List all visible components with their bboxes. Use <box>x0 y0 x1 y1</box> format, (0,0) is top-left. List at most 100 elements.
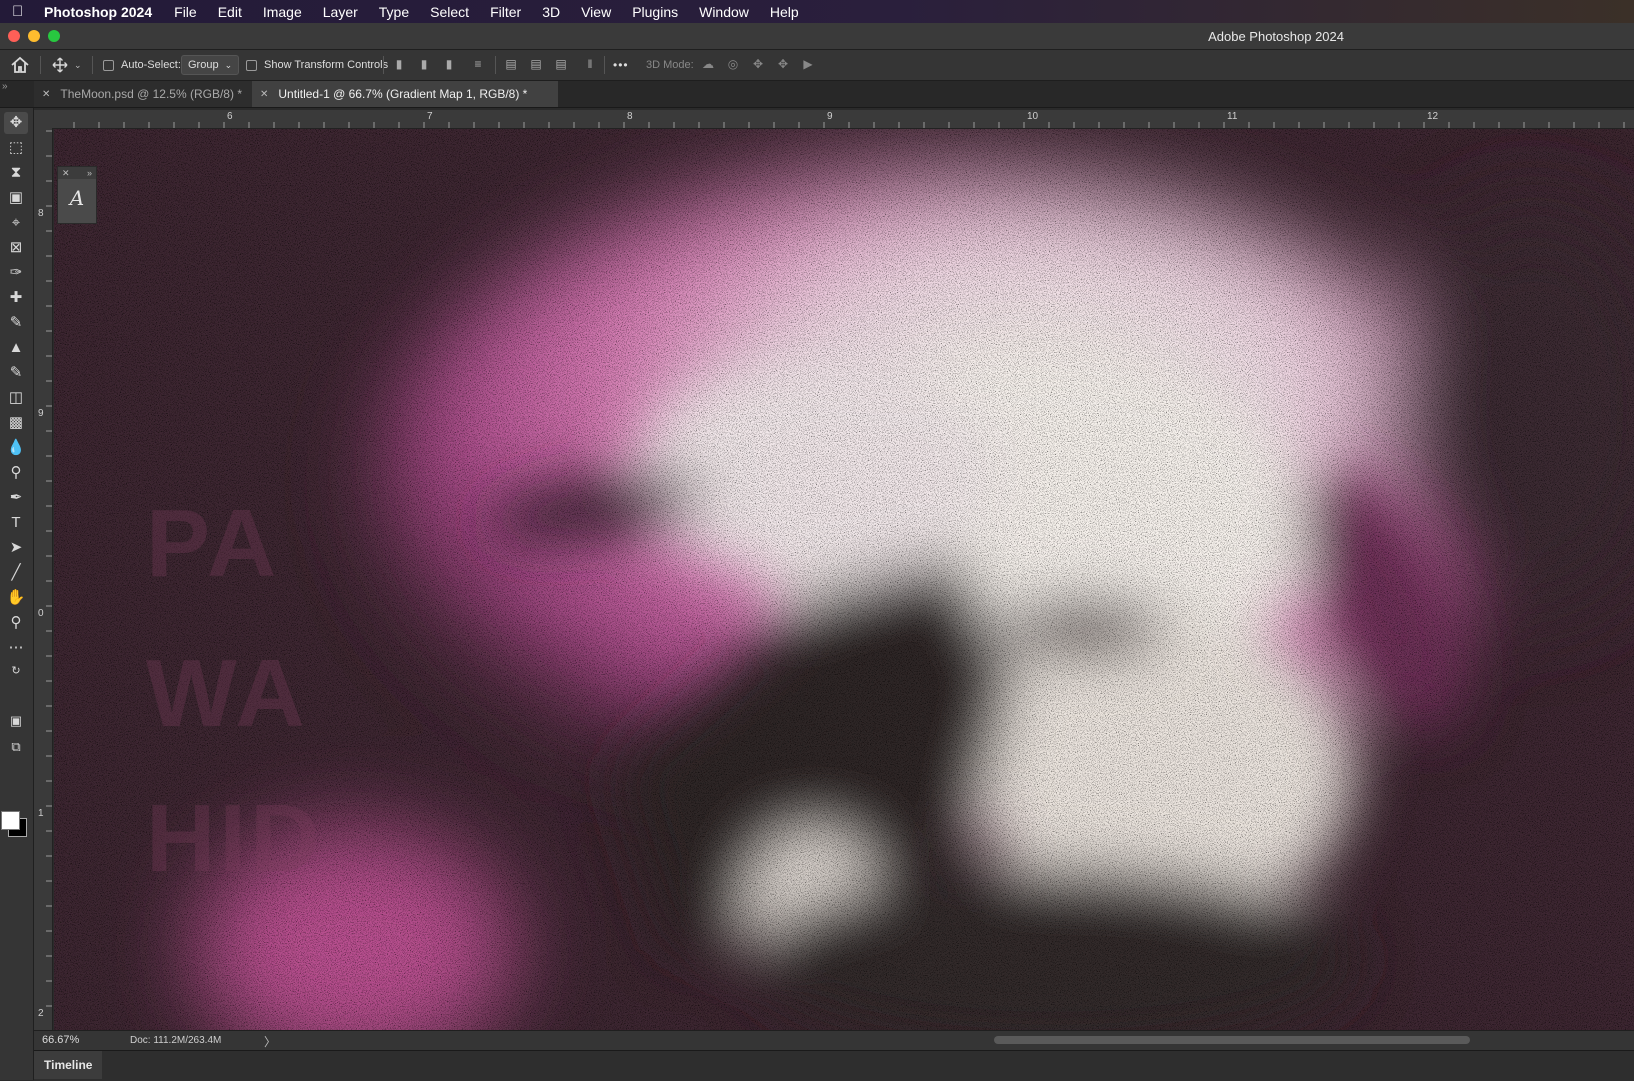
align-right-edges-icon[interactable]: ▮ <box>442 57 456 71</box>
zoom-window-button[interactable] <box>48 30 60 42</box>
collapse-panels-icon[interactable]: » <box>2 81 8 92</box>
expand-panel-icon[interactable]: » <box>87 167 92 179</box>
menu-layer[interactable]: Layer <box>323 4 358 20</box>
menu-file[interactable]: File <box>174 4 197 20</box>
ruler-label: 0 <box>38 608 44 619</box>
glyphs-mini-panel[interactable]: ✕ » A <box>57 166 97 224</box>
ruler-label: 8 <box>627 111 633 122</box>
line-tool-icon[interactable]: ╱ <box>4 562 28 584</box>
status-menu-arrow-icon[interactable]: 〉 <box>264 1033 276 1050</box>
ghost-text-line-3: HID <box>146 785 324 892</box>
tab-themoon[interactable]: ✕ TheMoon.psd @ 12.5% (RGB/8) * <box>34 81 263 107</box>
rectangular-marquee-tool-icon[interactable]: ⬚ <box>4 137 28 159</box>
ruler-corner[interactable] <box>34 110 55 129</box>
menu-filter[interactable]: Filter <box>490 4 521 20</box>
menu-help[interactable]: Help <box>770 4 799 20</box>
close-window-button[interactable] <box>8 30 20 42</box>
menu-app-name[interactable]: Photoshop 2024 <box>44 4 152 20</box>
horizontal-ruler[interactable]: 6 7 8 9 10 11 12 <box>54 110 1634 129</box>
tab-untitled-1[interactable]: ✕ Untitled-1 @ 66.7% (Gradient Map 1, RG… <box>252 81 558 107</box>
window-title-bar: Adobe Photoshop 2024 <box>0 23 1634 50</box>
align-horizontal-centers-icon[interactable]: ▮ <box>417 57 431 71</box>
menu-3d[interactable]: 3D <box>542 4 560 20</box>
ruler-label: 1 <box>38 808 44 819</box>
chevron-down-icon: ⌄ <box>224 59 233 70</box>
eraser-tool-icon[interactable]: ◫ <box>4 387 28 409</box>
gradient-tool-icon[interactable]: ▩ <box>4 412 28 434</box>
canvas-image <box>54 129 1634 1030</box>
clone-stamp-tool-icon[interactable]: ▲ <box>4 337 28 359</box>
brush-tool-icon[interactable]: ✎ <box>4 312 28 334</box>
show-transform-controls-checkbox[interactable] <box>246 59 257 71</box>
ruler-label: 12 <box>1427 111 1439 122</box>
auto-select-dropdown[interactable]: Group ⌄ <box>181 55 240 75</box>
3d-mode-label: 3D Mode: <box>646 59 694 71</box>
pen-tool-icon[interactable]: ✒ <box>4 487 28 509</box>
zoom-3d-camera-icon[interactable]: ▶ <box>801 57 815 71</box>
horizontal-scrollbar[interactable] <box>994 1036 1470 1044</box>
frame-tool-icon[interactable]: ⊠ <box>4 237 28 259</box>
type-tool-icon[interactable]: T <box>4 512 28 534</box>
lasso-tool-icon[interactable]: ⧗ <box>4 162 28 184</box>
path-selection-tool-icon[interactable]: ➤ <box>4 537 28 559</box>
healing-brush-tool-icon[interactable]: ✚ <box>4 287 28 309</box>
orbit-3d-camera-icon[interactable]: ☁ <box>701 57 715 71</box>
ruler-label: 11 <box>1227 111 1238 122</box>
foreground-color-swatch[interactable] <box>1 811 20 830</box>
dodge-tool-icon[interactable]: ⚲ <box>4 462 28 484</box>
hand-tool-icon[interactable]: ✋ <box>4 587 28 609</box>
chevron-down-icon[interactable]: ⌄ <box>74 60 82 71</box>
vertical-ruler[interactable]: 8 9 0 1 2 <box>34 128 53 1030</box>
tab-label: Untitled-1 @ 66.7% (Gradient Map 1, RGB/… <box>278 87 528 101</box>
blur-tool-icon[interactable]: 💧 <box>4 437 28 459</box>
ruler-label: 7 <box>427 111 433 122</box>
menu-select[interactable]: Select <box>430 4 469 20</box>
zoom-tool-icon[interactable]: ⚲ <box>4 612 28 634</box>
distribute-horizontal-icon[interactable]: ‖ <box>583 57 597 71</box>
ruler-label: 10 <box>1027 111 1039 122</box>
history-brush-tool-icon[interactable]: ✎ <box>4 362 28 384</box>
menu-view[interactable]: View <box>581 4 611 20</box>
more-options-button[interactable]: ••• <box>613 50 629 80</box>
distribute-vertical-icon[interactable]: ≡ <box>471 57 485 71</box>
tools-panel: ✥ ⬚ ⧗ ▣ ⌖ ⊠ ✑ ✚ ✎ ▲ ✎ ◫ ▩ 💧 ⚲ ✒ T ➤ ╱ ✋ … <box>0 108 34 1080</box>
align-left-edges-icon[interactable]: ▮ <box>392 57 406 71</box>
pan-3d-camera-icon[interactable]: ✥ <box>751 57 765 71</box>
object-selection-tool-icon[interactable]: ▣ <box>4 187 28 209</box>
align-top-edges-icon[interactable]: ▤ <box>504 57 518 71</box>
home-icon[interactable] <box>10 50 30 80</box>
menu-edit[interactable]: Edit <box>218 4 242 20</box>
align-bottom-edges-icon[interactable]: ▤ <box>554 57 568 71</box>
roll-3d-camera-icon[interactable]: ◎ <box>726 57 740 71</box>
auto-select-checkbox[interactable] <box>103 59 114 71</box>
ruler-label: 9 <box>38 408 44 419</box>
menu-plugins[interactable]: Plugins <box>632 4 678 20</box>
show-transform-controls-label: Show Transform Controls <box>264 59 389 71</box>
edit-toolbar-icon[interactable]: ⋯ <box>4 637 28 659</box>
zoom-level-field[interactable]: 66.67% <box>42 1034 79 1046</box>
window-title: Adobe Photoshop 2024 <box>1208 29 1344 44</box>
close-panel-icon[interactable]: ✕ <box>62 167 70 179</box>
eyedropper-tool-icon[interactable]: ✑ <box>4 262 28 284</box>
move-tool-icon[interactable]: ✥ <box>4 112 28 134</box>
close-tab-icon[interactable]: ✕ <box>260 89 268 100</box>
ruler-label: 9 <box>827 111 833 122</box>
glyphs-panel-icon[interactable]: A <box>58 186 96 210</box>
options-bar: ⌄ Auto-Select: Group ⌄ Show Transform Co… <box>0 50 1634 81</box>
close-tab-icon[interactable]: ✕ <box>42 89 50 100</box>
crop-tool-icon[interactable]: ⌖ <box>4 212 28 234</box>
status-bar: 66.67% Doc: 111.2M/263.4M 〉 <box>34 1030 1634 1050</box>
menu-type[interactable]: Type <box>379 4 409 20</box>
minimize-window-button[interactable] <box>28 30 40 42</box>
swap-colors-icon[interactable]: ↻ <box>4 660 28 682</box>
document-canvas[interactable]: PA WA HID <box>54 129 1634 1030</box>
apple-icon[interactable]:  <box>12 3 30 20</box>
align-vertical-centers-icon[interactable]: ▤ <box>529 57 543 71</box>
menu-window[interactable]: Window <box>699 4 749 20</box>
move-tool-preset-icon[interactable]: ⌄ <box>52 50 82 80</box>
screen-mode-icon[interactable]: ⧉ <box>4 736 28 758</box>
quick-mask-icon[interactable]: ▣ <box>4 710 28 732</box>
tab-timeline[interactable]: Timeline <box>34 1051 103 1079</box>
menu-image[interactable]: Image <box>263 4 302 20</box>
slide-3d-camera-icon[interactable]: ✥ <box>776 57 790 71</box>
